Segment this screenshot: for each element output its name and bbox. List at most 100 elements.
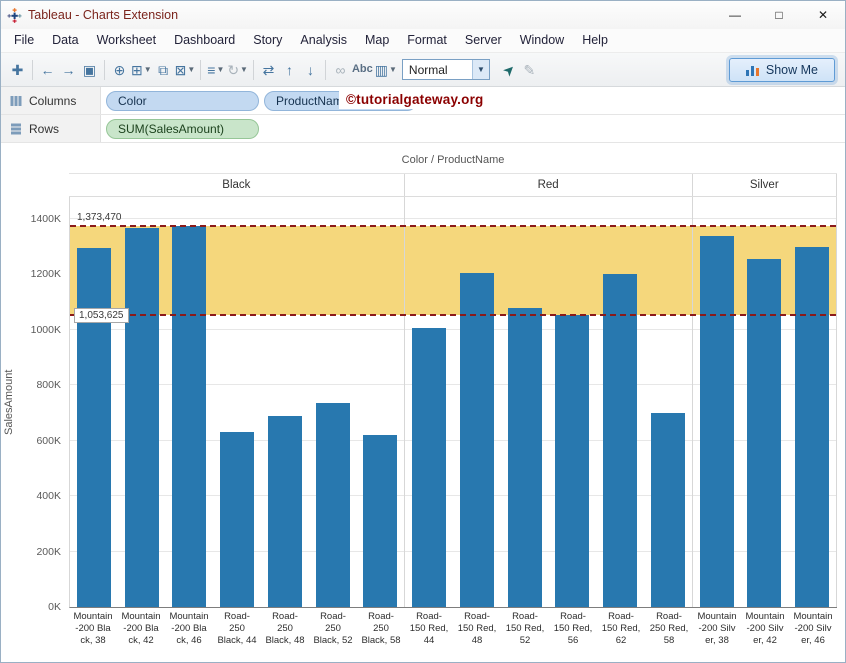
pane-header[interactable]: Black	[69, 174, 405, 196]
bar[interactable]	[747, 259, 781, 607]
window-controls: —□✕	[713, 1, 845, 29]
x-axis-label[interactable]: Road-150 Red,62	[597, 611, 645, 647]
toolbar-separator	[200, 60, 201, 80]
bar[interactable]	[220, 432, 254, 607]
pane-header[interactable]: Red	[405, 174, 693, 196]
toolbar-separator	[32, 60, 33, 80]
x-axis-label[interactable]: Mountain-200 Black, 42	[117, 611, 165, 647]
x-labels-row: Mountain-200 Black, 38Mountain-200 Black…	[69, 608, 837, 647]
bar[interactable]	[316, 403, 350, 607]
bar-slot	[70, 197, 118, 607]
chevron-down-icon[interactable]: ▼	[472, 60, 489, 79]
minimize-button[interactable]: —	[713, 1, 757, 29]
menu-item-worksheet[interactable]: Worksheet	[88, 29, 166, 52]
sort-descending-icon[interactable]: ↓	[300, 58, 321, 82]
rows-icon	[10, 123, 22, 135]
x-label-pane: Road-150 Red,44Road-150 Red,48Road-150 R…	[405, 611, 693, 647]
bar[interactable]	[555, 315, 589, 607]
sort-ascending-icon[interactable]: ↑	[279, 58, 300, 82]
pill-sum-salesamount[interactable]: SUM(SalesAmount)	[106, 119, 259, 139]
show-me-button[interactable]: Show Me	[729, 58, 835, 82]
y-tick-label: 200K	[36, 546, 61, 558]
x-axis-label[interactable]: Road-250 Red,58	[645, 611, 693, 647]
bar-slot	[644, 197, 692, 607]
highlight-icon[interactable]: ✎	[519, 58, 540, 82]
forward-icon[interactable]: →	[58, 58, 79, 82]
x-axis-label[interactable]: Road-250Black, 58	[357, 611, 405, 647]
menu-item-help[interactable]: Help	[573, 29, 617, 52]
clear-sheet-icon[interactable]: ⊠▼	[174, 58, 197, 82]
pill-color[interactable]: Color	[106, 91, 259, 111]
fit-selector-icon[interactable]: ▥▼	[374, 58, 398, 82]
menu-item-dashboard[interactable]: Dashboard	[165, 29, 244, 52]
toolbar-separator	[253, 60, 254, 80]
bar[interactable]	[172, 226, 206, 607]
column-headers-row: BlackRedSilver	[69, 173, 837, 197]
bar[interactable]	[268, 416, 302, 607]
x-axis-label[interactable]: Road-150 Red,56	[549, 611, 597, 647]
x-label-pane: Mountain-200 Black, 38Mountain-200 Black…	[69, 611, 405, 647]
columns-shelf-label: Columns	[1, 87, 101, 114]
bar[interactable]	[795, 247, 829, 607]
y-tick-label: 400K	[36, 490, 61, 502]
x-axis-label[interactable]: Road-150 Red,48	[453, 611, 501, 647]
x-axis-label[interactable]: Road-250Black, 44	[213, 611, 261, 647]
x-axis-label[interactable]: Road-250Black, 48	[261, 611, 309, 647]
back-icon[interactable]: ←	[37, 58, 58, 82]
menu-item-data[interactable]: Data	[43, 29, 87, 52]
bar[interactable]	[508, 308, 542, 607]
column-fields-label: Color / ProductName	[69, 147, 837, 173]
new-worksheet-icon[interactable]: ⊞▼	[130, 58, 153, 82]
menu-item-story[interactable]: Story	[244, 29, 291, 52]
duplicate-sheet-icon[interactable]: ⧉	[153, 58, 174, 82]
plot-row: SalesAmount 0K200K400K600K800K1000K1200K…	[1, 197, 845, 608]
menu-item-window[interactable]: Window	[511, 29, 573, 52]
maximize-button[interactable]: □	[757, 1, 801, 29]
new-datasource-icon[interactable]: ⊕	[109, 58, 130, 82]
bar-slot	[405, 197, 453, 607]
bar[interactable]	[603, 274, 637, 607]
x-axis-label[interactable]: Road-150 Red,52	[501, 611, 549, 647]
x-axis-label[interactable]: Mountain-200 Silver, 38	[693, 611, 741, 647]
app-window: Tableau - Charts Extension —□✕ FileDataW…	[0, 0, 846, 663]
bar[interactable]	[77, 248, 111, 607]
x-axis-label[interactable]: Road-250Black, 52	[309, 611, 357, 647]
pin-icon[interactable]: ➤	[498, 58, 519, 82]
menubar: FileDataWorksheetDashboardStoryAnalysisM…	[1, 29, 845, 53]
menu-item-map[interactable]: Map	[356, 29, 398, 52]
rows-shelf-pills[interactable]: SUM(SalesAmount)	[101, 115, 845, 142]
columns-icon	[10, 95, 22, 107]
columns-shelf-pills[interactable]: Color ProductName ©tutorialgateway.org	[101, 87, 845, 114]
refresh-icon[interactable]: ↻▼	[226, 58, 249, 82]
y-tick-label: 1000K	[31, 324, 61, 336]
menu-item-server[interactable]: Server	[456, 29, 511, 52]
x-axis-label[interactable]: Road-150 Red,44	[405, 611, 453, 647]
bar[interactable]	[125, 228, 159, 607]
y-tick-label: 800K	[36, 379, 61, 391]
show-mark-labels-icon[interactable]: Abc	[351, 58, 374, 82]
y-tick-label: 0K	[48, 601, 61, 613]
bar[interactable]	[363, 435, 397, 607]
menu-item-format[interactable]: Format	[398, 29, 456, 52]
bar[interactable]	[460, 273, 494, 607]
x-axis-label[interactable]: Mountain-200 Black, 38	[69, 611, 117, 647]
x-axis-label[interactable]: Mountain-200 Silver, 46	[789, 611, 837, 647]
pane-header[interactable]: Silver	[693, 174, 837, 196]
swap-rows-columns-icon[interactable]: ⇄	[258, 58, 279, 82]
x-axis-label[interactable]: Mountain-200 Silver, 42	[741, 611, 789, 647]
bar-slot	[788, 197, 836, 607]
view-fit-dropdown[interactable]: Normal ▼	[402, 59, 490, 80]
tableau-logo-icon[interactable]: ✚	[7, 58, 28, 82]
bar[interactable]	[412, 328, 446, 607]
save-icon[interactable]: ▣	[79, 58, 100, 82]
group-members-icon[interactable]: ∞	[330, 58, 351, 82]
toolbar-icons-right: ➤✎	[498, 58, 540, 82]
x-axis-label[interactable]: Mountain-200 Black, 46	[165, 611, 213, 647]
menu-item-analysis[interactable]: Analysis	[291, 29, 356, 52]
close-button[interactable]: ✕	[801, 1, 845, 29]
menu-item-file[interactable]: File	[5, 29, 43, 52]
fit-axes-icon[interactable]: ≡▼	[205, 58, 226, 82]
bar[interactable]	[651, 413, 685, 607]
reference-band-max-label: 1,373,470	[77, 212, 122, 223]
bar[interactable]	[700, 236, 734, 607]
